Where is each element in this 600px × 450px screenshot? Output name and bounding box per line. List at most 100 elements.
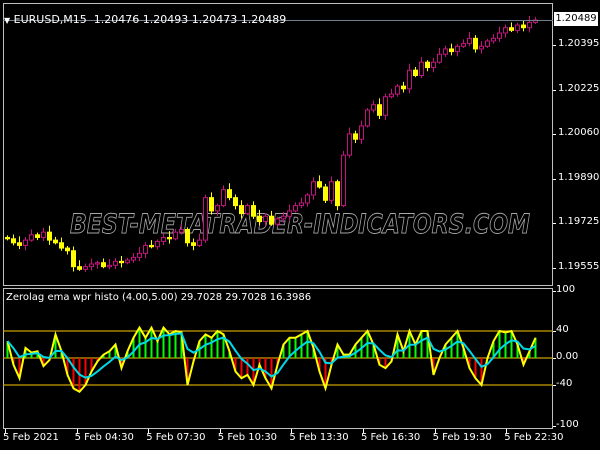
candle (401, 81, 406, 93)
candle (473, 35, 478, 53)
candle-body (239, 205, 244, 215)
candle-body (383, 96, 388, 116)
candle-body (509, 27, 514, 31)
candle (245, 203, 250, 216)
candle (29, 229, 34, 242)
candle-body (491, 37, 496, 42)
candle-body (83, 266, 88, 270)
candle-body (305, 194, 310, 204)
candle-body (317, 181, 322, 188)
price-tick (553, 268, 556, 269)
candle (509, 22, 514, 32)
candle-body (485, 40, 490, 47)
price-tick (553, 133, 556, 135)
candle (443, 45, 448, 57)
ohlc-values: 1.20476 1.20493 1.20473 1.20489 (93, 13, 287, 26)
price-tick (553, 44, 556, 46)
candle (83, 263, 88, 272)
price-tick (553, 90, 556, 92)
candle (323, 183, 328, 203)
candle-body (53, 239, 58, 244)
candle-body (467, 37, 472, 45)
candle (95, 260, 100, 269)
candle-body (449, 48, 454, 53)
candle (485, 38, 490, 48)
candle-body (311, 181, 316, 196)
candle (371, 100, 376, 113)
candle-body (5, 236, 10, 240)
candle-body (335, 181, 340, 207)
candle-body (401, 85, 406, 90)
candle (233, 194, 238, 210)
collapse-triangle-icon[interactable]: ▼ (4, 16, 10, 25)
candle-body (89, 263, 94, 268)
time-axis-label: 5 Feb 13:30 (289, 432, 349, 443)
candle (491, 34, 496, 44)
candle-body (233, 197, 238, 207)
candle (335, 179, 340, 211)
candle-body (95, 262, 100, 265)
chart-window[interactable]: BEST-METATRADER-INDICATORS.COM ▼ EURUSD,… (0, 0, 600, 450)
candle-body (23, 239, 28, 246)
candle (461, 39, 466, 48)
candle-body (47, 231, 52, 241)
candle-body (59, 242, 64, 249)
candle (497, 26, 502, 43)
candle-body (17, 242, 22, 246)
candle-body (497, 32, 502, 39)
candle (53, 236, 58, 245)
price-tick (553, 222, 556, 224)
candle (143, 242, 148, 259)
price-axis-label: 1.20225 (558, 83, 600, 95)
time-axis-label: 5 Feb 19:30 (432, 432, 492, 443)
candle-body (251, 205, 256, 217)
candle (11, 234, 16, 246)
candle-body (137, 252, 142, 258)
candle-body (431, 61, 436, 69)
candle-body (71, 250, 76, 268)
candle-body (227, 189, 232, 199)
candle-body (29, 234, 34, 241)
candle-body (245, 205, 250, 215)
price-axis-label: 1.20395 (558, 37, 600, 49)
candle (191, 238, 196, 251)
candle-body (77, 266, 82, 270)
candle-body (185, 228, 190, 244)
candle (137, 247, 142, 262)
indicator-axis-label: -40 (556, 378, 573, 389)
candle-body (299, 202, 304, 207)
candle (149, 240, 154, 249)
candle-body (407, 69, 412, 90)
candle (305, 192, 310, 207)
candle-body (173, 231, 178, 240)
candle-body (113, 260, 118, 266)
candle-body (371, 104, 376, 111)
candle (119, 256, 124, 268)
candle-body (353, 133, 358, 140)
candle (71, 246, 76, 272)
candle-body (11, 238, 16, 244)
candle-body (425, 61, 430, 69)
candle (89, 258, 94, 271)
time-axis-label: 5 Feb 2021 (3, 432, 59, 443)
candle-body (269, 215, 274, 225)
candle-body (161, 236, 166, 242)
candle (347, 127, 352, 158)
candle-body (143, 244, 148, 254)
candle (479, 40, 484, 54)
candle-body (293, 205, 298, 212)
candle-body (323, 186, 328, 201)
chart-canvas[interactable]: BEST-METATRADER-INDICATORS.COM (0, 0, 600, 450)
symbol-label: EURUSD,M15 (13, 13, 87, 26)
candle (65, 245, 70, 255)
candle-body (527, 21, 532, 29)
candle-body (437, 53, 442, 63)
candle-body (515, 24, 520, 31)
candle (113, 258, 118, 270)
candle (419, 56, 424, 79)
candle (389, 88, 394, 99)
candle-body (329, 181, 334, 201)
candle (107, 258, 112, 270)
candle-body (41, 231, 46, 238)
current-price-label: 1.20489 (554, 12, 598, 26)
